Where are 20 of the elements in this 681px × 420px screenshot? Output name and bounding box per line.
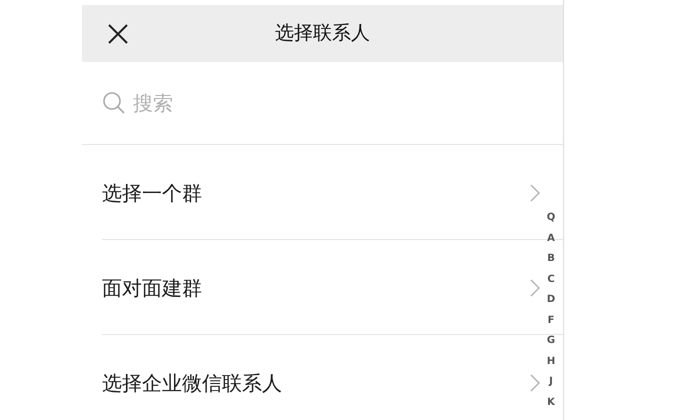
list-item[interactable]: 选择一个群 [82,145,540,240]
index-letter[interactable]: B [547,249,555,270]
window-title: 选择联系人 [275,22,370,44]
index-letter[interactable]: F [548,310,554,331]
search-icon [102,91,126,115]
chevron-icon [530,184,540,202]
index-letter[interactable]: D [546,290,556,310]
index-letter[interactable]: Q [546,208,556,228]
chevron-icon [530,374,540,392]
index-letter[interactable]: C [547,270,555,290]
list-item[interactable]: 选择企业微信联系人 [82,335,540,420]
index-letter[interactable]: A [547,228,555,249]
index-letter[interactable]: K [547,392,555,413]
close-icon[interactable] [106,22,130,46]
index-letter[interactable]: H [546,352,556,372]
index-letter[interactable]: G [546,331,556,352]
index-letter[interactable]: J [549,372,553,392]
list-item[interactable]: 面对面建群 [82,240,540,335]
chevron-icon [530,278,540,296]
search-field[interactable]: 搜索 [133,88,333,118]
